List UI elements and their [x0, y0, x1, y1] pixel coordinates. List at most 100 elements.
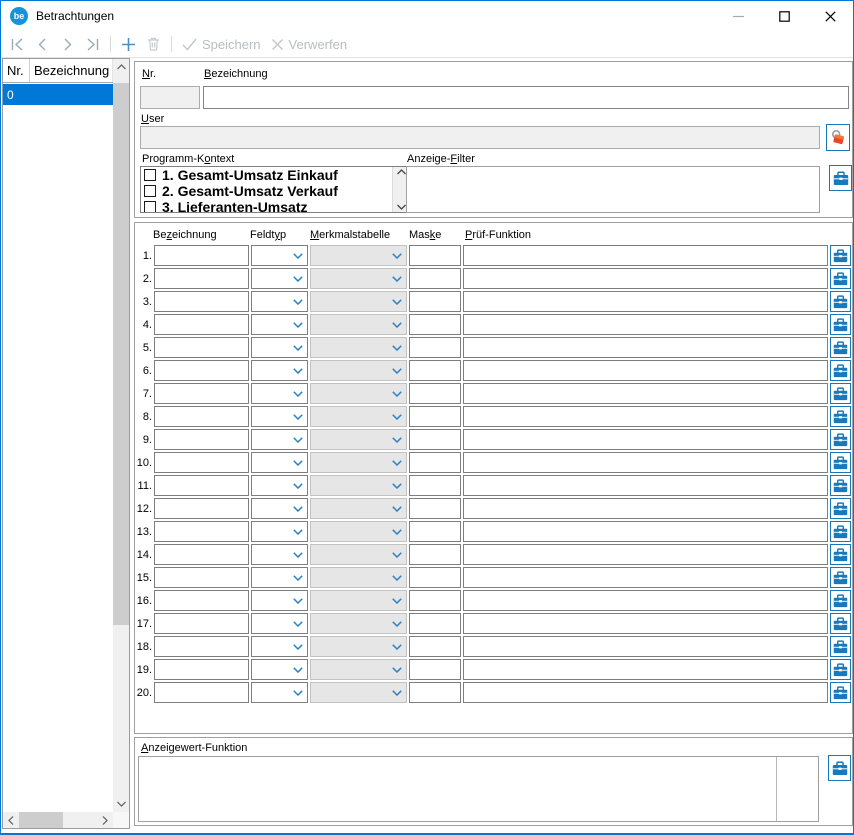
- row-feldtyp-select[interactable]: [251, 360, 308, 381]
- row-feldtyp-select[interactable]: [251, 567, 308, 588]
- scroll-down-icon[interactable]: [113, 796, 129, 812]
- user-field[interactable]: [140, 126, 820, 149]
- row-merkmalstabelle-select[interactable]: [310, 314, 407, 335]
- row-pruef-funktion-field[interactable]: [463, 475, 828, 496]
- row-bezeichnung-field[interactable]: [154, 636, 249, 657]
- records-column-nr[interactable]: Nr.: [3, 59, 30, 82]
- nr-field[interactable]: [140, 86, 200, 109]
- row-bezeichnung-field[interactable]: [154, 337, 249, 358]
- row-maske-field[interactable]: [409, 613, 461, 634]
- row-bezeichnung-field[interactable]: [154, 475, 249, 496]
- row-maske-field[interactable]: [409, 544, 461, 565]
- row-maske-field[interactable]: [409, 659, 461, 680]
- row-bezeichnung-field[interactable]: [154, 268, 249, 289]
- checkbox-icon[interactable]: [144, 169, 156, 181]
- row-merkmalstabelle-select[interactable]: [310, 498, 407, 519]
- row-funktion-editor-button[interactable]: [830, 521, 851, 542]
- row-merkmalstabelle-select[interactable]: [310, 567, 407, 588]
- row-funktion-editor-button[interactable]: [830, 452, 851, 473]
- maximize-button[interactable]: [761, 1, 807, 31]
- bezeichnung-field[interactable]: [203, 86, 849, 109]
- user-lock-button[interactable]: [826, 124, 850, 151]
- row-maske-field[interactable]: [409, 406, 461, 427]
- row-pruef-funktion-field[interactable]: [463, 314, 828, 335]
- row-pruef-funktion-field[interactable]: [463, 498, 828, 519]
- row-funktion-editor-button[interactable]: [830, 383, 851, 404]
- row-funktion-editor-button[interactable]: [830, 268, 851, 289]
- row-bezeichnung-field[interactable]: [154, 613, 249, 634]
- row-pruef-funktion-field[interactable]: [463, 544, 828, 565]
- row-maske-field[interactable]: [409, 291, 461, 312]
- save-button[interactable]: Speichern: [177, 32, 266, 56]
- row-merkmalstabelle-select[interactable]: [310, 682, 407, 703]
- row-bezeichnung-field[interactable]: [154, 498, 249, 519]
- scroll-up-icon[interactable]: [113, 59, 129, 75]
- scrollbar-thumb[interactable]: [113, 83, 129, 625]
- row-funktion-editor-button[interactable]: [830, 659, 851, 680]
- anzeigewert-funktion-field[interactable]: [138, 756, 819, 822]
- row-pruef-funktion-field[interactable]: [463, 659, 828, 680]
- discard-button[interactable]: Verwerfen: [266, 32, 353, 56]
- row-merkmalstabelle-select[interactable]: [310, 406, 407, 427]
- row-maske-field[interactable]: [409, 452, 461, 473]
- row-pruef-funktion-field[interactable]: [463, 452, 828, 473]
- row-bezeichnung-field[interactable]: [154, 521, 249, 542]
- row-maske-field[interactable]: [409, 245, 461, 266]
- row-maske-field[interactable]: [409, 682, 461, 703]
- row-feldtyp-select[interactable]: [251, 406, 308, 427]
- row-bezeichnung-field[interactable]: [154, 682, 249, 703]
- row-merkmalstabelle-select[interactable]: [310, 268, 407, 289]
- row-feldtyp-select[interactable]: [251, 659, 308, 680]
- minimize-button[interactable]: [715, 1, 761, 31]
- row-pruef-funktion-field[interactable]: [463, 406, 828, 427]
- row-funktion-editor-button[interactable]: [830, 314, 851, 335]
- row-bezeichnung-field[interactable]: [154, 291, 249, 312]
- row-maske-field[interactable]: [409, 429, 461, 450]
- row-bezeichnung-field[interactable]: [154, 314, 249, 335]
- row-maske-field[interactable]: [409, 567, 461, 588]
- anzeigewert-editor-button[interactable]: [828, 755, 851, 781]
- row-pruef-funktion-field[interactable]: [463, 429, 828, 450]
- row-bezeichnung-field[interactable]: [154, 245, 249, 266]
- kontext-list-item[interactable]: 1. Gesamt-Umsatz Einkauf: [141, 167, 392, 183]
- row-pruef-funktion-field[interactable]: [463, 590, 828, 611]
- row-merkmalstabelle-select[interactable]: [310, 383, 407, 404]
- row-funktion-editor-button[interactable]: [830, 406, 851, 427]
- close-button[interactable]: [807, 1, 853, 31]
- row-bezeichnung-field[interactable]: [154, 383, 249, 404]
- row-pruef-funktion-field[interactable]: [463, 337, 828, 358]
- row-feldtyp-select[interactable]: [251, 682, 308, 703]
- row-funktion-editor-button[interactable]: [830, 590, 851, 611]
- row-funktion-editor-button[interactable]: [830, 682, 851, 703]
- row-merkmalstabelle-select[interactable]: [310, 245, 407, 266]
- row-maske-field[interactable]: [409, 360, 461, 381]
- scroll-left-icon[interactable]: [3, 812, 19, 828]
- row-feldtyp-select[interactable]: [251, 636, 308, 657]
- row-feldtyp-select[interactable]: [251, 268, 308, 289]
- row-feldtyp-select[interactable]: [251, 544, 308, 565]
- kontext-list-item[interactable]: 3. Lieferanten-Umsatz: [141, 199, 392, 212]
- row-maske-field[interactable]: [409, 337, 461, 358]
- row-maske-field[interactable]: [409, 383, 461, 404]
- row-merkmalstabelle-select[interactable]: [310, 590, 407, 611]
- row-funktion-editor-button[interactable]: [830, 636, 851, 657]
- previous-record-button[interactable]: [30, 32, 55, 56]
- row-merkmalstabelle-select[interactable]: [310, 475, 407, 496]
- row-pruef-funktion-field[interactable]: [463, 567, 828, 588]
- records-horizontal-scrollbar[interactable]: [3, 812, 113, 828]
- row-merkmalstabelle-select[interactable]: [310, 291, 407, 312]
- records-vertical-scrollbar[interactable]: [113, 59, 129, 812]
- row-pruef-funktion-field[interactable]: [463, 360, 828, 381]
- row-feldtyp-select[interactable]: [251, 613, 308, 634]
- row-merkmalstabelle-select[interactable]: [310, 636, 407, 657]
- checkbox-icon[interactable]: [144, 185, 156, 197]
- row-feldtyp-select[interactable]: [251, 521, 308, 542]
- row-feldtyp-select[interactable]: [251, 590, 308, 611]
- row-feldtyp-select[interactable]: [251, 245, 308, 266]
- row-pruef-funktion-field[interactable]: [463, 245, 828, 266]
- row-funktion-editor-button[interactable]: [830, 567, 851, 588]
- delete-record-button[interactable]: [141, 32, 166, 56]
- row-funktion-editor-button[interactable]: [830, 291, 851, 312]
- row-funktion-editor-button[interactable]: [830, 498, 851, 519]
- anzeige-filter-field[interactable]: [406, 166, 820, 213]
